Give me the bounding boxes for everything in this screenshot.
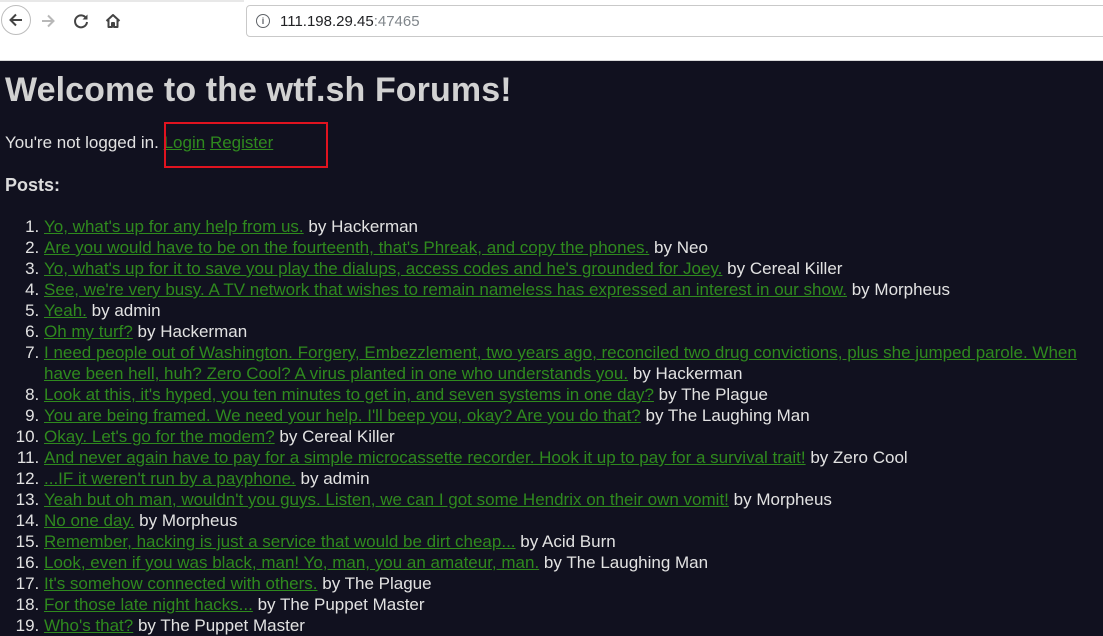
post-author: The Plague xyxy=(344,574,432,593)
reload-button[interactable] xyxy=(67,7,95,35)
post-by-label: by xyxy=(257,595,276,614)
home-button[interactable] xyxy=(99,7,127,35)
page-content: Welcome to the wtf.sh Forums! You're not… xyxy=(0,61,1103,635)
post-link[interactable]: Look, even if you was black, man! Yo, ma… xyxy=(44,553,539,572)
address-bar[interactable]: i 111.198.29.45:47465 xyxy=(246,5,1103,37)
reload-icon xyxy=(74,14,88,29)
post-link[interactable]: Yeah but oh man, wouldn't you guys. List… xyxy=(44,490,729,509)
post-by-label: by xyxy=(137,322,156,341)
post-link[interactable]: You are being framed. We need your help.… xyxy=(44,406,641,425)
post-link[interactable]: Okay. Let's go for the modem? xyxy=(44,427,275,446)
post-author: Zero Cool xyxy=(833,448,908,467)
post-item: Oh my turf? by Hackerman xyxy=(44,321,1103,342)
tab-strip-edge xyxy=(0,0,244,2)
page-title: Welcome to the wtf.sh Forums! xyxy=(5,71,512,109)
post-link[interactable]: Yeah. xyxy=(44,301,87,320)
post-item: I need people out of Washington. Forgery… xyxy=(44,342,1103,384)
post-author: admin xyxy=(323,469,370,488)
arrow-right-icon xyxy=(42,14,55,28)
post-link[interactable]: It's somehow connected with others. xyxy=(44,574,318,593)
post-item: Yeah but oh man, wouldn't you guys. List… xyxy=(44,489,1103,510)
post-author: Cereal Killer xyxy=(749,259,843,278)
post-item: Who's that? by The Puppet Master xyxy=(44,615,1103,636)
annotation-highlight-box xyxy=(164,122,328,168)
post-item: Okay. Let's go for the modem? by Cereal … xyxy=(44,426,1103,447)
posts-list: Yo, what's up for any help from us. by H… xyxy=(0,216,1103,636)
post-link[interactable]: Oh my turf? xyxy=(44,322,133,341)
post-author: Neo xyxy=(676,238,708,257)
post-by-label: by xyxy=(654,238,672,257)
browser-toolbar: i 111.198.29.45:47465 xyxy=(0,0,1103,61)
post-by-label: by xyxy=(543,553,562,572)
post-author: Cereal Killer xyxy=(302,427,395,446)
post-author: admin xyxy=(114,301,161,320)
post-link[interactable]: Who's that? xyxy=(44,616,133,635)
post-link[interactable]: No one day. xyxy=(44,511,134,530)
post-link[interactable]: Look at this, it's hyped, you ten minute… xyxy=(44,385,654,404)
post-item: Yo, what's up for it to save you play th… xyxy=(44,258,1103,279)
home-icon xyxy=(105,14,121,28)
post-by-label: by xyxy=(279,427,298,446)
post-author: The Laughing Man xyxy=(667,406,810,425)
post-by-label: by xyxy=(139,511,158,530)
post-item: No one day. by Morpheus xyxy=(44,510,1103,531)
post-by-label: by xyxy=(851,280,870,299)
post-item: Look, even if you was black, man! Yo, ma… xyxy=(44,552,1103,573)
post-by-label: by xyxy=(658,385,677,404)
post-author: Morpheus xyxy=(874,280,951,299)
post-by-label: by xyxy=(810,448,829,467)
post-item: Yeah. by admin xyxy=(44,300,1103,321)
post-author: Morpheus xyxy=(756,490,832,509)
post-link[interactable]: Are you would have to be on the fourteen… xyxy=(44,238,649,257)
post-author: The Plague xyxy=(681,385,769,404)
post-item: Are you would have to be on the fourteen… xyxy=(44,237,1103,258)
post-author: Acid Burn xyxy=(542,532,616,551)
posts-heading: Posts: xyxy=(5,175,61,195)
post-item: ...IF it weren't run by a payphone. by a… xyxy=(44,468,1103,489)
post-item: It's somehow connected with others. by T… xyxy=(44,573,1103,594)
post-link[interactable]: For those late night hacks... xyxy=(44,595,253,614)
post-link[interactable]: I need people out of Washington. Forgery… xyxy=(44,343,1077,383)
url-text: 111.198.29.45:47465 xyxy=(280,13,420,30)
post-author: The Laughing Man xyxy=(566,553,709,572)
post-link[interactable]: Yo, what's up for any help from us. xyxy=(44,217,304,236)
post-by-label: by xyxy=(520,532,539,551)
login-status-text: You're not logged in. xyxy=(5,133,159,152)
post-by-label: by xyxy=(322,574,341,593)
post-item: Remember, hacking is just a service that… xyxy=(44,531,1103,552)
post-link[interactable]: And never again have to pay for a simple… xyxy=(44,448,806,467)
post-by-label: by xyxy=(300,469,319,488)
post-by-label: by xyxy=(91,301,110,320)
post-author: Hackerman xyxy=(160,322,248,341)
post-author: Morpheus xyxy=(161,511,238,530)
post-item: Yo, what's up for any help from us. by H… xyxy=(44,216,1103,237)
post-by-label: by xyxy=(727,259,746,278)
post-item: See, we're very busy. A TV network that … xyxy=(44,279,1103,300)
post-by-label: by xyxy=(632,364,651,383)
post-by-label: by xyxy=(733,490,752,509)
post-by-label: by xyxy=(137,616,156,635)
post-link[interactable]: Yo, what's up for it to save you play th… xyxy=(44,259,722,278)
info-icon[interactable]: i xyxy=(256,14,270,28)
post-item: For those late night hacks... by The Pup… xyxy=(44,594,1103,615)
post-item: And never again have to pay for a simple… xyxy=(44,447,1103,468)
post-item: You are being framed. We need your help.… xyxy=(44,405,1103,426)
post-by-label: by xyxy=(308,217,327,236)
back-button[interactable] xyxy=(1,5,31,35)
forward-button[interactable] xyxy=(34,7,62,35)
post-author: Hackerman xyxy=(655,364,743,383)
post-item: Look at this, it's hyped, you ten minute… xyxy=(44,384,1103,405)
post-by-label: by xyxy=(645,406,664,425)
post-author: Hackerman xyxy=(331,217,419,236)
post-author: The Puppet Master xyxy=(160,616,305,635)
post-author: The Puppet Master xyxy=(279,595,425,614)
post-link[interactable]: See, we're very busy. A TV network that … xyxy=(44,280,847,299)
post-link[interactable]: ...IF it weren't run by a payphone. xyxy=(44,469,296,488)
post-link[interactable]: Remember, hacking is just a service that… xyxy=(44,532,516,551)
arrow-left-icon xyxy=(9,13,22,27)
